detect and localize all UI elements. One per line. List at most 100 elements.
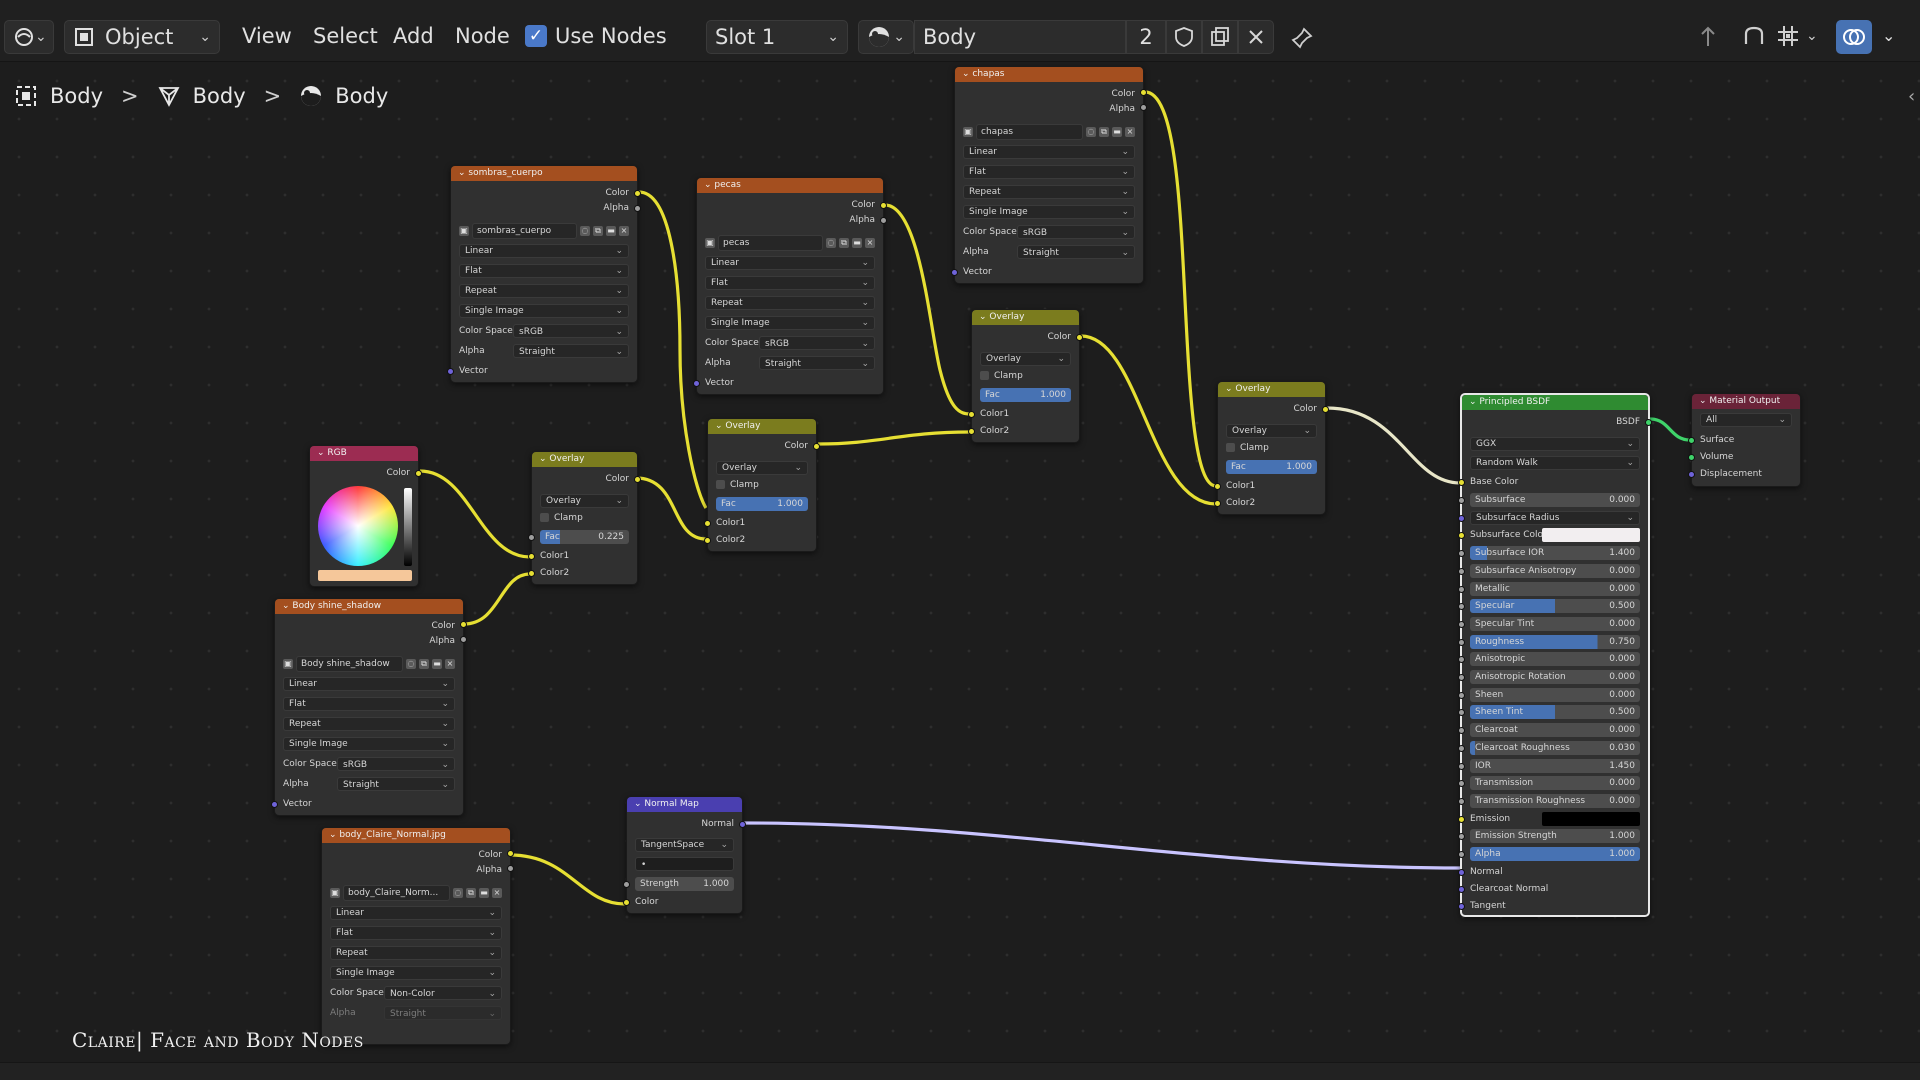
distribution-dropdown[interactable]: GGX bbox=[1470, 437, 1640, 451]
bsdf-input-row[interactable]: Clearcoat 0.000 bbox=[1470, 723, 1640, 738]
color-space-row[interactable]: Color Space sRGB bbox=[705, 336, 875, 350]
fac-slider[interactable]: Fac 1.000 bbox=[716, 497, 808, 511]
socket-input[interactable] bbox=[1458, 638, 1465, 646]
folder-icon[interactable]: ▬ bbox=[432, 659, 442, 669]
color-space-row[interactable]: Color Space sRGB bbox=[963, 225, 1135, 239]
interpolation-dropdown[interactable]: Linear bbox=[330, 906, 502, 920]
bsdf-input-row[interactable]: Transmission 0.000 bbox=[1470, 776, 1640, 791]
node-header[interactable]: ⌄ Overlay bbox=[1218, 382, 1325, 397]
socket-color-out[interactable] bbox=[634, 476, 641, 483]
projection-dropdown[interactable]: Flat bbox=[705, 276, 875, 290]
interpolation-dropdown[interactable]: Linear bbox=[963, 145, 1135, 159]
bsdf-input-row[interactable]: Subsurface IOR 1.400 bbox=[1470, 546, 1640, 561]
copy-icon[interactable]: ⧉ bbox=[1099, 127, 1109, 137]
alpha-mode-value[interactable]: Straight bbox=[759, 356, 875, 370]
socket-input[interactable] bbox=[1458, 727, 1465, 735]
bsdf-input-row[interactable]: Transmission Roughness 0.000 bbox=[1470, 793, 1640, 808]
color-space-value[interactable]: sRGB bbox=[513, 324, 629, 338]
bsdf-input-row[interactable]: Anisotropic 0.000 bbox=[1470, 652, 1640, 667]
socket-vector-in[interactable] bbox=[693, 380, 700, 387]
bsdf-input-row[interactable]: Specular 0.500 bbox=[1470, 599, 1640, 614]
image-name[interactable]: pecas bbox=[718, 235, 823, 251]
socket-input[interactable] bbox=[1458, 532, 1465, 540]
node-header[interactable]: ⌄ sombras_cuerpo bbox=[451, 166, 637, 181]
copy-icon[interactable]: ⧉ bbox=[419, 659, 429, 669]
bsdf-input-row[interactable]: Alpha 1.000 bbox=[1470, 847, 1640, 861]
material-output-node[interactable]: ⌄ Material Output All Surface Volume Dis… bbox=[1688, 393, 1801, 487]
socket-color1-in[interactable] bbox=[968, 411, 975, 418]
socket-color2-in[interactable] bbox=[968, 428, 975, 435]
image-selector[interactable]: ▣ chapas ◌ ⧉ ▬ × bbox=[963, 124, 1135, 140]
close-icon[interactable]: × bbox=[865, 238, 875, 248]
fac-slider[interactable]: Fac 0.225 bbox=[540, 530, 629, 544]
socket-strength-in[interactable] bbox=[623, 881, 630, 888]
socket-input[interactable] bbox=[1458, 709, 1465, 717]
bsdf-input-row[interactable]: Emission Strength 1.000 bbox=[1470, 829, 1640, 844]
socket-normal-out[interactable] bbox=[739, 821, 746, 828]
socket-color2-in[interactable] bbox=[1214, 500, 1221, 507]
value-slider[interactable] bbox=[404, 488, 412, 566]
blend-mode-dropdown[interactable]: Overlay bbox=[1226, 424, 1317, 438]
node-header[interactable]: ⌄ Overlay bbox=[708, 419, 816, 434]
color-space-row[interactable]: Color Space sRGB bbox=[459, 324, 629, 338]
socket-input[interactable] bbox=[1458, 833, 1465, 841]
interpolation-dropdown[interactable]: Linear bbox=[705, 256, 875, 270]
socket-input[interactable] bbox=[1458, 797, 1465, 805]
source-dropdown[interactable]: Single Image bbox=[705, 316, 875, 330]
color-space-value[interactable]: sRGB bbox=[759, 336, 875, 350]
node-header[interactable]: ⌄ Normal Map bbox=[627, 797, 742, 812]
socket-color1-in[interactable] bbox=[528, 553, 535, 560]
target-dropdown[interactable]: All bbox=[1700, 413, 1792, 427]
node-header[interactable]: ⌄ chapas bbox=[955, 67, 1143, 82]
image-browse-icon[interactable]: ▣ bbox=[705, 238, 715, 248]
socket-input[interactable] bbox=[1458, 514, 1465, 522]
socket-color2-in[interactable] bbox=[704, 537, 711, 544]
color-space-value[interactable]: sRGB bbox=[337, 757, 455, 771]
socket-base-color-in[interactable] bbox=[1458, 479, 1465, 486]
node-header[interactable]: ⌄ RGB bbox=[310, 446, 418, 461]
extension-dropdown[interactable]: Repeat bbox=[963, 185, 1135, 199]
alpha-mode-value[interactable]: Straight bbox=[337, 777, 455, 791]
socket-input[interactable] bbox=[1458, 674, 1465, 681]
folder-icon[interactable]: ▬ bbox=[479, 888, 489, 898]
bsdf-input-row[interactable]: Clearcoat Roughness 0.030 bbox=[1470, 740, 1640, 755]
bsdf-input-row[interactable]: IOR 1.450 bbox=[1470, 758, 1640, 773]
alpha-mode-row[interactable]: Alpha Straight bbox=[459, 344, 629, 358]
bsdf-input-row[interactable]: Subsurface 0.000 bbox=[1470, 493, 1640, 507]
socket-alpha-out[interactable] bbox=[634, 205, 641, 212]
image-browse-icon[interactable]: ▣ bbox=[283, 659, 293, 669]
image-texture-node-pecas[interactable]: ⌄ pecas Color Alpha ▣ pecas ◌ ⧉ ▬ × Linear … bbox=[693, 177, 887, 395]
source-dropdown[interactable]: Single Image bbox=[963, 205, 1135, 219]
socket-fac-in[interactable] bbox=[528, 534, 535, 541]
socket-input[interactable] bbox=[1458, 815, 1465, 823]
socket-color-out[interactable] bbox=[460, 621, 467, 628]
node-header[interactable]: ⌄ pecas bbox=[697, 178, 883, 193]
socket-surface-in[interactable] bbox=[1688, 437, 1695, 444]
image-texture-node-shine[interactable]: ⌄ Body shine_shadow Color Alpha ▣ Body s… bbox=[271, 598, 467, 816]
fake-user-icon[interactable]: ◌ bbox=[580, 226, 590, 236]
image-texture-node-normal[interactable]: ⌄ body_Claire_Normal.jpg Color Alpha ▣ b… bbox=[321, 827, 514, 1045]
color-swatch[interactable] bbox=[1542, 811, 1640, 826]
node-header[interactable]: ⌄ Material Output bbox=[1692, 394, 1800, 409]
folder-icon[interactable]: ▬ bbox=[606, 226, 616, 236]
socket-color-out[interactable] bbox=[415, 470, 422, 477]
socket-volume-in[interactable] bbox=[1688, 454, 1695, 461]
blend-mode-dropdown[interactable]: Overlay bbox=[980, 352, 1071, 366]
fake-user-icon[interactable]: ◌ bbox=[453, 888, 463, 898]
socket-alpha-out[interactable] bbox=[1140, 104, 1147, 111]
socket-input[interactable] bbox=[1458, 851, 1465, 858]
node-header[interactable]: ⌄ Overlay bbox=[532, 452, 637, 467]
mix-rgb-node-4[interactable]: ⌄ Overlay Color Overlay Clamp Fac 1.000 C… bbox=[1214, 381, 1329, 515]
socket-input[interactable] bbox=[1458, 744, 1465, 752]
socket-input[interactable] bbox=[1458, 656, 1465, 664]
socket-input[interactable] bbox=[1458, 620, 1465, 628]
socket-clearcoat-normal-in[interactable] bbox=[1458, 886, 1465, 893]
socket-input[interactable] bbox=[1458, 691, 1465, 699]
extension-dropdown[interactable]: Repeat bbox=[283, 717, 455, 731]
alpha-mode-value[interactable]: Straight bbox=[1017, 245, 1135, 259]
node-header[interactable]: ⌄ Overlay bbox=[972, 310, 1079, 325]
socket-color1-in[interactable] bbox=[1214, 483, 1221, 490]
principled-bsdf-node[interactable]: ⌄ Principled BSDF BSDF GGX Random Walk B… bbox=[1458, 393, 1652, 917]
socket-normal-in[interactable] bbox=[1458, 869, 1465, 876]
socket-input[interactable] bbox=[1458, 550, 1465, 558]
